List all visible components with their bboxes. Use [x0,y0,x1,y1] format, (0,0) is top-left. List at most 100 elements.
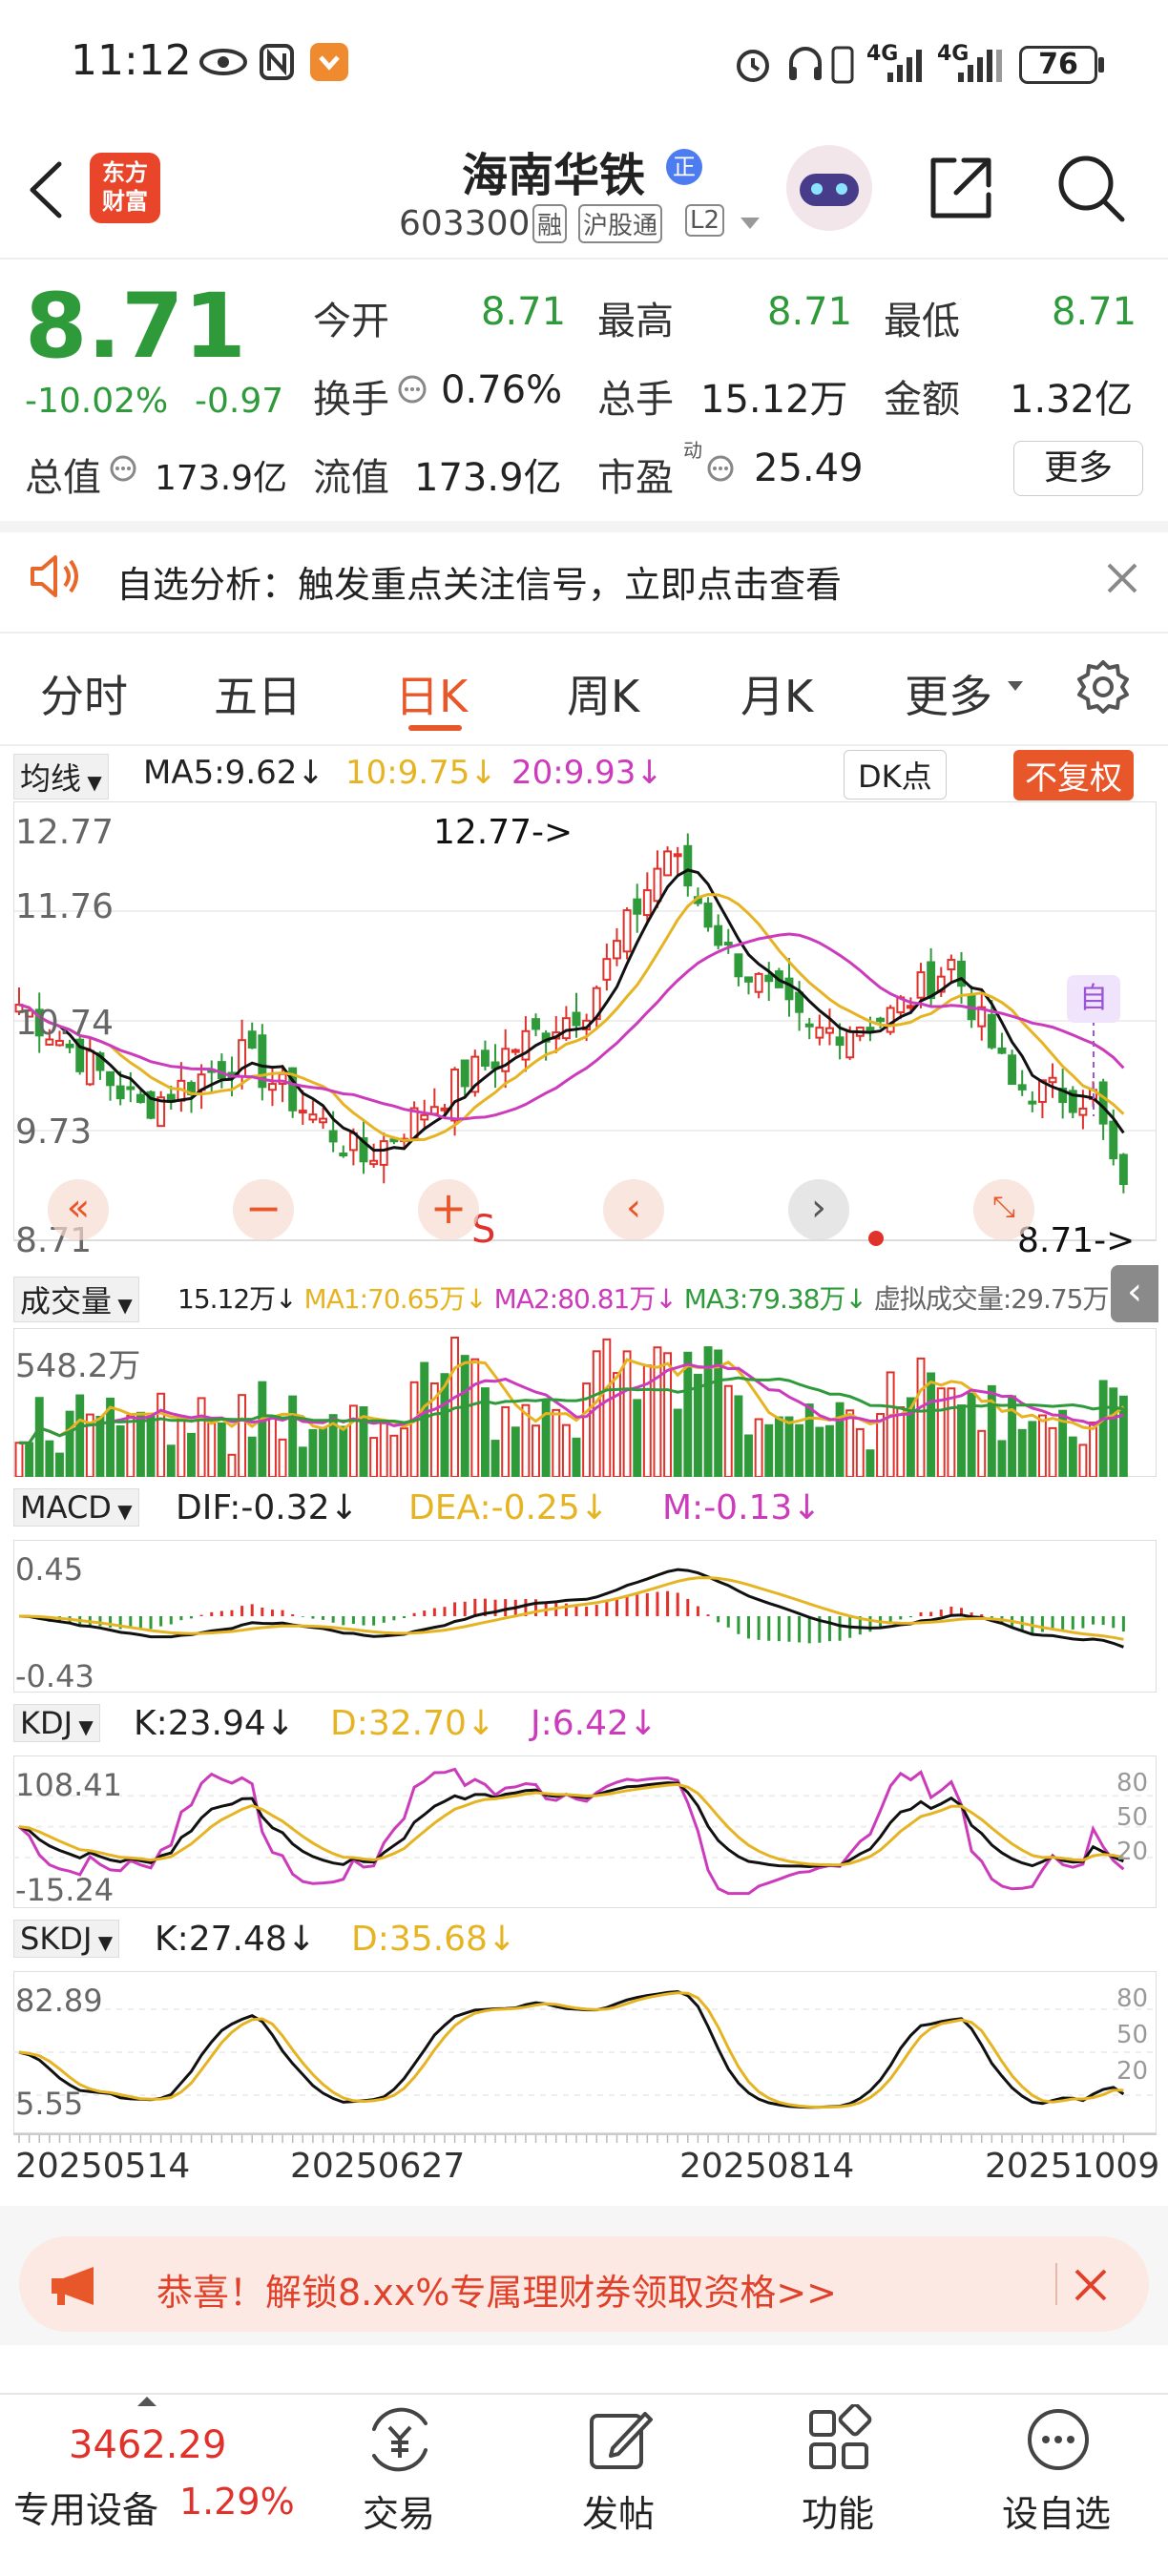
tag-margin: 融 [532,204,568,243]
gear-icon[interactable] [1074,658,1132,716]
scroll-right-button[interactable]: › [788,1179,849,1240]
post-label[interactable]: 发帖 [582,2484,655,2537]
scroll-left-fast-button[interactable]: « [48,1179,109,1240]
stock-code: 603300 [399,204,531,243]
kline-ylabel-2: 10.74 [15,1004,115,1043]
close-icon[interactable] [1073,2267,1109,2303]
info-icon[interactable] [109,454,137,483]
skdj-chart[interactable] [13,1971,1157,2133]
float-label: 流值 [313,456,389,500]
robot-avatar[interactable] [786,145,872,231]
tab-active-indicator [408,725,462,731]
section-gap [0,521,1168,532]
battery-cap [1098,57,1104,73]
tab-weekly-k[interactable]: 周K [567,662,639,725]
unadjusted-button[interactable]: 不复权 [1013,750,1134,800]
skdj-ref-50: 50 [1116,2021,1149,2049]
back-arrow-icon[interactable] [25,158,67,221]
info-icon[interactable] [397,374,428,405]
high-label: 最高 [597,300,674,343]
function-grid-icon[interactable] [803,2404,874,2475]
macd-selector[interactable]: MACD ▼ [13,1488,139,1527]
zoom-in-button[interactable]: + [418,1179,479,1240]
zheng-badge: 正 [666,149,702,185]
turnover-value: 0.76% [441,368,563,412]
macd-dif-text: DIF:-0.32 [176,1488,330,1527]
turnover-label: 换手 [313,378,389,422]
more-dots-icon[interactable] [1023,2404,1094,2475]
function-label[interactable]: 功能 [802,2484,874,2537]
side-collapse-button[interactable]: ‹ [1111,1265,1158,1322]
skdj-bottom-label: 5.55 [15,2086,84,2122]
kline-max-label: 12.77-> [433,813,574,852]
eastmoney-logo[interactable]: 东方 财富 [90,153,160,223]
set-watchlist-label[interactable]: 设自选 [1002,2484,1111,2537]
speaker-icon [31,555,78,597]
status-time: 11:12 [71,36,192,85]
vol-ma2: MA2:80.81万 [493,1283,657,1315]
fullscreen-button[interactable]: ⤡ [973,1179,1034,1240]
info-icon[interactable] [706,454,735,483]
tab-five-day[interactable]: 五日 [214,662,302,725]
skdj-selector[interactable]: SKDJ ▼ [13,1920,120,1958]
expand-up-icon[interactable] [136,2395,158,2408]
promo-text[interactable]: 恭喜！解锁8.xx%专属理财券领取资格>> [156,2263,837,2316]
phone-battery-icon [831,46,854,84]
kdj-bottom-label: -15.24 [15,1872,115,1908]
kdj-chart[interactable] [13,1755,1157,1908]
ma20-text: 20:9.93 [511,754,636,792]
tab-more[interactable]: 更多 [905,662,992,725]
more-button[interactable]: 更多 [1013,441,1143,496]
mcap-label: 总值 [25,456,101,500]
kdj-top-label: 108.41 [15,1767,122,1803]
macd-bottom-label: -0.43 [15,1658,94,1694]
search-icon[interactable] [1053,151,1128,225]
high-value: 8.71 [767,290,853,334]
index-value: 3462.29 [69,2423,227,2467]
tab-monthly-k[interactable]: 月K [740,662,813,725]
battery-indicator: 76 [1019,46,1097,84]
macd-chart[interactable] [13,1540,1157,1693]
volume-chart[interactable] [13,1328,1157,1477]
volume-selector[interactable]: 成交量 ▼ [13,1277,139,1322]
vol-ma1: MA1:70.65万 [303,1283,467,1315]
scroll-left-button[interactable]: ‹ [603,1179,664,1240]
kdj-ref-20: 20 [1116,1838,1149,1866]
vol-virtual: 虚拟成交量:29.75万 [873,1283,1110,1315]
change-percent: -10.02% [25,382,169,421]
skdj-selector-label: SKDJ [20,1921,93,1957]
pe-sup: 动 [683,439,702,462]
pe-label: 市盈 [597,456,674,500]
kdj-d-text: D:32.70 [330,1704,467,1743]
tab-daily-k[interactable]: 日K [395,662,468,725]
page-dot [868,1231,884,1246]
close-icon[interactable] [1105,561,1139,595]
vol-ma3: MA3:79.38万 [683,1283,846,1315]
chevron-down-icon [1008,681,1023,691]
skdj-k-text: K:27.48 [155,1920,287,1959]
notice-text[interactable]: 自选分析：触发重点关注信号，立即点击查看 [116,555,842,608]
open-label: 今开 [313,300,389,343]
trade-icon[interactable] [365,2404,435,2475]
kdj-k: K:23.94↓ [134,1704,295,1743]
share-icon[interactable] [926,153,996,223]
kline-last-label: 8.71-> [1017,1221,1136,1260]
zoom-out-button[interactable]: − [233,1179,294,1240]
tabs-divider [0,744,1168,746]
dk-point-button[interactable]: DK点 [844,750,947,800]
trade-label[interactable]: 交易 [363,2484,435,2537]
ma-selector[interactable]: 均线 ▼ [13,754,109,800]
post-icon[interactable] [584,2404,655,2475]
ma5-text: MA5:9.62 [143,754,298,792]
ma-selector-label: 均线 [20,760,82,797]
stock-name: 海南华铁 [462,149,646,202]
kline-ylabel-1: 11.76 [15,887,115,926]
signal-2-icon [958,50,1002,82]
eye-icon [199,49,247,75]
kdj-d: D:32.70↓ [330,1704,496,1743]
open-value: 8.71 [481,290,567,334]
kdj-selector[interactable]: KDJ ▼ [13,1704,100,1742]
dropdown-triangle-icon[interactable] [739,216,761,231]
macd-m: M:-0.13↓ [662,1488,822,1527]
tab-intraday[interactable]: 分时 [40,662,128,725]
